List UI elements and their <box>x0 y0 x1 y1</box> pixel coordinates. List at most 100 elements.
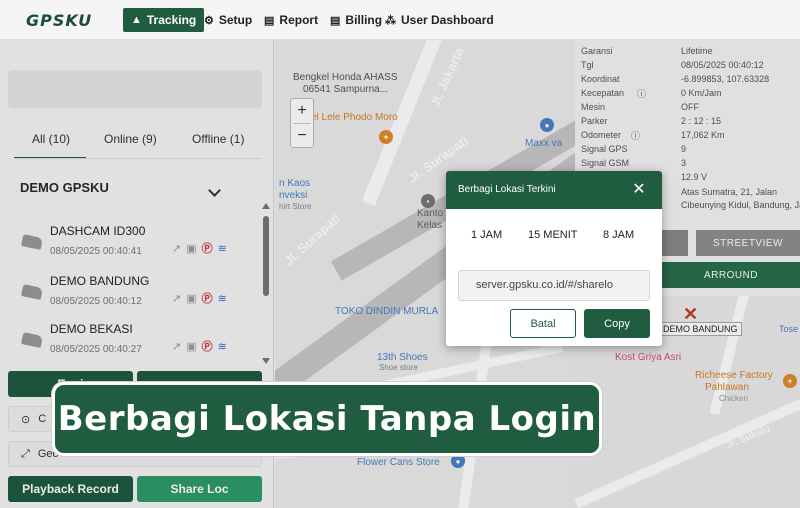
vehicle-time: 08/05/2025 00:40:41 <box>50 246 142 257</box>
poi-label: Shoe store <box>379 363 418 372</box>
location-pin-icon: ⊙ <box>21 413 31 426</box>
wifi-icon: ≋ <box>217 340 227 353</box>
poi-label: 13th Shoes <box>377 352 428 363</box>
nav-tracking[interactable]: ▲ Tracking <box>123 8 205 32</box>
vehicle-time: 08/05/2025 00:40:27 <box>50 344 142 355</box>
zoom-out-button[interactable]: − <box>291 124 313 148</box>
tab-all[interactable]: All (10) <box>32 132 70 146</box>
tab-offline[interactable]: Offline (1) <box>192 132 244 146</box>
document-icon: ▤ <box>264 14 275 27</box>
office-pin-icon[interactable]: ▪ <box>421 194 435 208</box>
vehicle-marker-label: DEMO BANDUNG <box>659 322 742 336</box>
nav-billing[interactable]: ▤ Billing <box>330 8 382 32</box>
detail-action-button[interactable] <box>662 230 688 256</box>
camera-icon: ▣ <box>186 340 197 353</box>
nav-user-dashboard-label: User Dashboard <box>401 13 494 27</box>
nav-report[interactable]: ▤ Report <box>264 8 318 32</box>
around-button[interactable]: ARROUND <box>662 262 800 288</box>
tab-online[interactable]: Online (9) <box>104 132 157 146</box>
info-value: 2 : 12 : 15 <box>681 116 722 126</box>
info-key: Parker <box>581 116 608 126</box>
restaurant-pin-icon[interactable]: ✦ <box>783 374 797 388</box>
scroll-down-arrow-icon[interactable] <box>262 358 270 364</box>
info-value: 3 <box>681 158 687 168</box>
duration-option-8h[interactable]: 8 JAM <box>603 229 634 241</box>
store-pin-icon[interactable]: ● <box>540 118 554 132</box>
info-row: Tgl 08/05/2025 00:40:12 <box>581 60 796 72</box>
navigation-arrow-icon: ▲ <box>131 14 142 26</box>
share-url-field[interactable]: server.gpsku.co.id/#/sharelo <box>458 270 650 301</box>
car-icon <box>20 284 44 300</box>
playback-record-button[interactable]: Playback Record <box>8 476 133 502</box>
poi-label: Chicken <box>719 394 748 403</box>
gpsku-logo[interactable]: GPSKU <box>26 11 92 30</box>
store-pin-icon[interactable]: ● <box>451 454 465 468</box>
nav-user-dashboard[interactable]: ⁂ User Dashboard <box>385 8 494 32</box>
info-key: Koordinat <box>581 74 620 84</box>
info-table <box>581 40 796 41</box>
restaurant-pin-icon[interactable]: ✦ <box>379 130 393 144</box>
info-key: Tgl <box>581 60 594 70</box>
cancel-button[interactable]: Batal <box>510 309 576 338</box>
duration-option-1h[interactable]: 1 JAM <box>471 229 502 241</box>
nav-report-label: Report <box>279 13 319 27</box>
scroll-up-arrow-icon[interactable] <box>262 203 270 209</box>
poi-label: hirt Store <box>279 202 312 211</box>
poi-label: Richeese Factory <box>695 370 773 381</box>
streetview-button[interactable]: STREETVIEW <box>696 230 800 256</box>
voltage-value: 12.9 V <box>681 172 708 182</box>
info-key: Garansi <box>581 46 613 56</box>
info-row: Odometer ⓘ 17,062 Km <box>581 130 796 142</box>
zoom-in-button[interactable]: + <box>291 99 313 123</box>
info-key: Signal GPS <box>581 144 628 154</box>
poi-label: Flower Cans Store <box>357 457 440 468</box>
close-icon[interactable]: ✕ <box>628 179 650 201</box>
list-scrollbar[interactable] <box>263 216 269 296</box>
share-loc-button[interactable]: Share Loc <box>137 476 262 502</box>
zoom-control: + − <box>290 98 314 148</box>
document-icon: ▤ <box>330 14 341 27</box>
info-circle-icon[interactable]: ⓘ <box>631 129 640 142</box>
nav-setup-label: Setup <box>218 13 253 27</box>
parking-icon: Ⓟ <box>201 341 213 353</box>
gear-icon: ⚙ <box>204 14 214 27</box>
vehicle-item[interactable]: DEMO BEKASI 08/05/2025 00:40:27 ↗ ▣ Ⓟ ≋ <box>18 322 258 366</box>
address-line: Cibeunying Kidul, Bandung, Jabar <box>681 200 800 210</box>
vehicle-time: 08/05/2025 00:40:12 <box>50 296 142 307</box>
group-title: DEMO GPSKU <box>20 180 109 195</box>
info-circle-icon[interactable]: ⓘ <box>637 87 646 100</box>
info-value: Lifetime <box>681 46 713 56</box>
vehicle-name: DASHCAM ID300 <box>50 224 146 238</box>
banner-text: Berbagi Lokasi Tanpa Login <box>57 399 597 439</box>
info-row: Garansi Lifetime <box>581 46 796 58</box>
camera-icon: ▣ <box>186 242 197 255</box>
car-icon <box>20 234 44 250</box>
vehicle-status-icons: ↗ ▣ Ⓟ ≋ <box>172 240 227 256</box>
poi-label: Kost Griya Asri <box>615 352 682 363</box>
poi-label: nveksi <box>279 190 308 201</box>
parking-icon: Ⓟ <box>201 243 213 255</box>
device-search-input[interactable] <box>8 70 262 108</box>
poi-label: Kanto <box>417 208 444 219</box>
info-value: 08/05/2025 00:40:12 <box>681 60 764 70</box>
street-jakarta <box>361 40 443 207</box>
trend-icon: ↗ <box>172 242 182 255</box>
nav-billing-label: Billing <box>345 13 383 27</box>
nav-setup[interactable]: ⚙ Setup <box>204 8 252 32</box>
info-row: Signal GSM 3 <box>581 158 796 170</box>
vehicle-name: DEMO BEKASI <box>50 322 133 336</box>
duration-option-15m[interactable]: 15 MENIT <box>528 229 578 241</box>
poi-label: 06541 Sampurna... <box>303 84 389 95</box>
info-value: 17,062 Km <box>681 130 725 140</box>
copy-button[interactable]: Copy <box>584 309 650 338</box>
info-value: 0 Km/Jam <box>681 88 722 98</box>
vehicle-item[interactable]: DEMO BANDUNG 08/05/2025 00:40:12 ↗ ▣ Ⓟ ≋ <box>18 274 258 318</box>
info-row: Mesin OFF <box>581 102 796 114</box>
address-line: Atas Sumatra, 21, Jalan <box>681 187 778 197</box>
poi-label: n Kaos <box>279 178 311 189</box>
wifi-icon: ≋ <box>217 292 227 305</box>
vehicle-status-icons: ↗ ▣ Ⓟ ≋ <box>172 290 227 306</box>
vehicle-item[interactable]: DASHCAM ID300 08/05/2025 00:40:41 ↗ ▣ Ⓟ … <box>18 224 258 268</box>
chevron-down-icon[interactable] <box>208 184 221 197</box>
trend-icon: ↗ <box>172 292 182 305</box>
